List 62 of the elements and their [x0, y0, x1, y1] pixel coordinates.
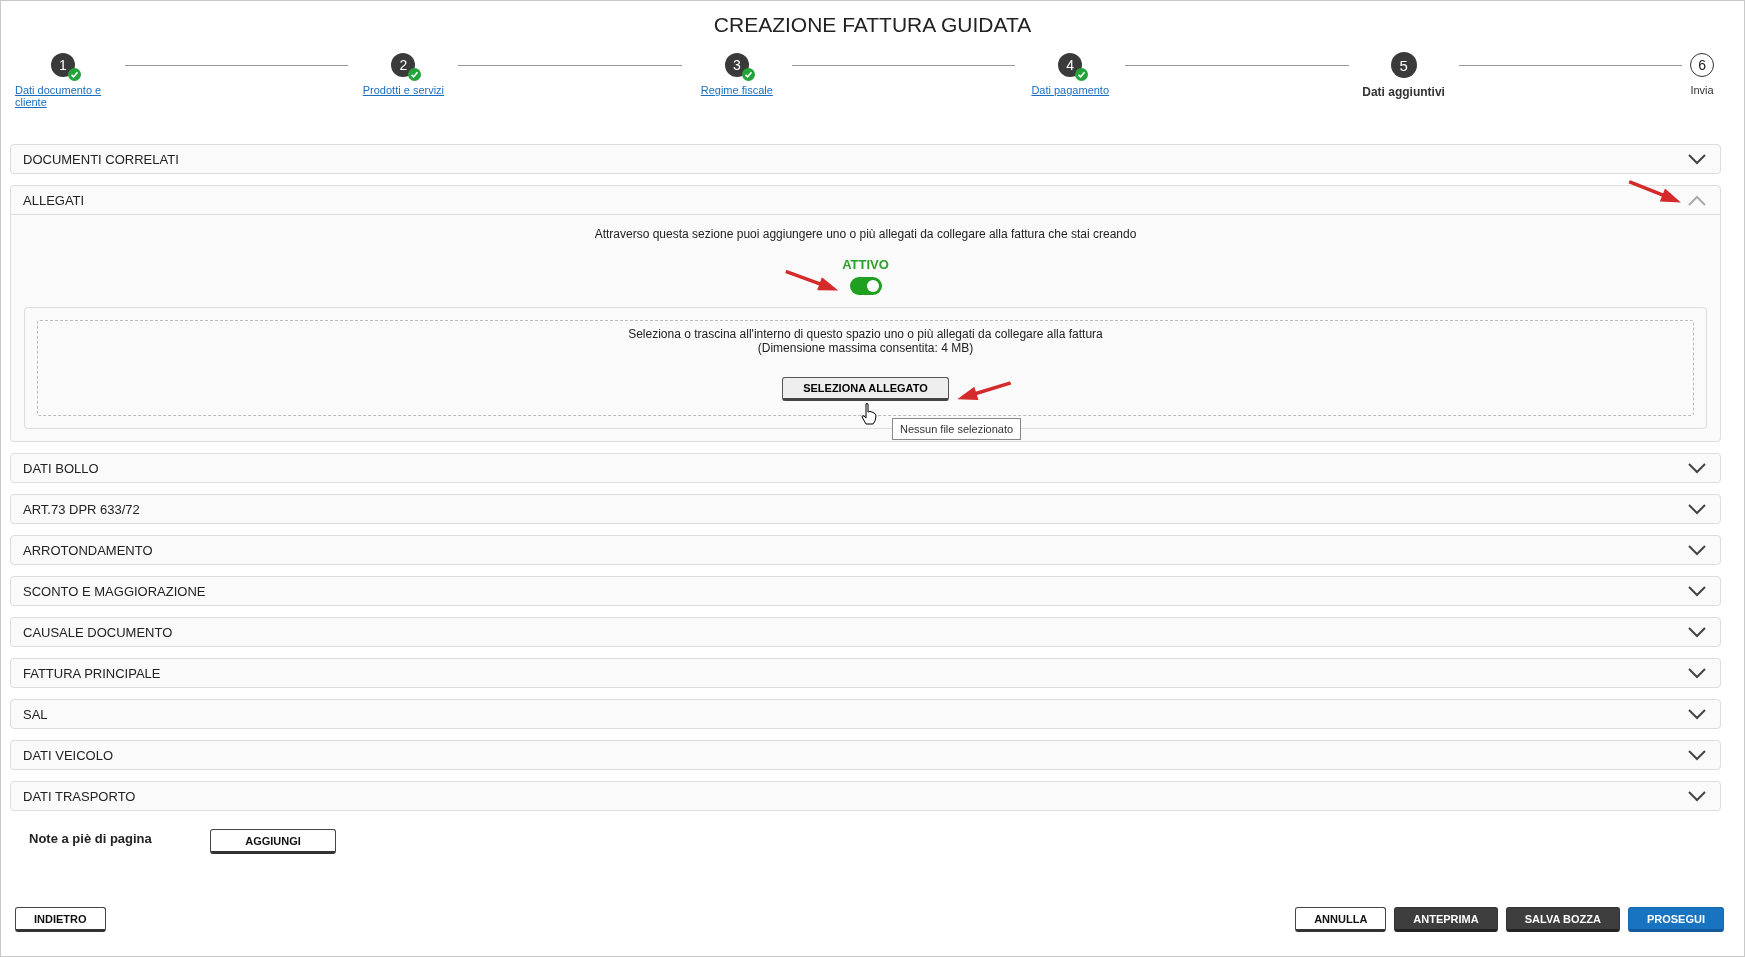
tooltip: Nessun file selezionato	[892, 418, 1022, 440]
step-link[interactable]: Dati pagamento	[1031, 84, 1110, 96]
section-title: DATI TRASPORTO	[23, 788, 136, 804]
section-title: ART.73 DPR 633/72	[23, 501, 140, 517]
accordion-header[interactable]: FATTURA PRINCIPALE	[11, 659, 1720, 687]
dark-button[interactable]: ANTEPRIMA	[1394, 907, 1498, 932]
step-label: Dati aggiuntivi	[1362, 85, 1445, 99]
section-title: ARROTONDAMENTO	[23, 542, 153, 558]
toggle-switch[interactable]	[849, 277, 882, 295]
accordion-header[interactable]: DATI BOLLO	[11, 454, 1720, 482]
section-title: FATTURA PRINCIPALE	[23, 665, 161, 681]
section-description: Attraverso questa sezione puoi aggiungere uno o più allegati da collegare alla fattura che stai creando	[594, 227, 1137, 241]
toggle-label: ATTIVO	[842, 257, 889, 272]
step-number: 5	[1390, 52, 1417, 78]
chevron-down-icon	[1688, 544, 1706, 556]
select-attachment-button[interactable]: SELEZIONA ALLEGATO	[782, 377, 949, 401]
accordion-header[interactable]: DATI VEICOLO	[11, 741, 1720, 769]
footnotes-label: Note a piè di pagina	[29, 831, 153, 846]
chevron-up-icon	[1688, 194, 1706, 206]
check-icon	[68, 68, 81, 81]
chevron-down-icon	[1688, 153, 1706, 165]
hand-cursor-icon	[861, 403, 877, 425]
drop-zone-text: Seleziona o trascina all'interno di questo spazio uno o più allegati da collegare alla fattura	[628, 327, 1103, 341]
section-title: CAUSALE DOCUMENTO	[23, 624, 173, 640]
page-title: CREAZIONE FATTURA GUIDATA	[712, 12, 1033, 38]
chevron-down-icon	[1688, 790, 1706, 802]
chevron-down-icon	[1688, 626, 1706, 638]
chevron-down-icon	[1688, 749, 1706, 761]
check-icon	[1075, 68, 1089, 81]
accordion-header[interactable]: DATI TRASPORTO	[11, 782, 1720, 810]
section-title: SCONTO E MAGGIORAZIONE	[23, 583, 206, 599]
step-link[interactable]: Prodotti e servizi	[362, 84, 445, 96]
outline-button[interactable]: ANNULLA	[1295, 907, 1387, 932]
chevron-down-icon	[1688, 708, 1706, 720]
size-limit-text: (Dimensione massima consentita: 4 MB)	[757, 341, 974, 355]
accordion-header[interactable]: SCONTO E MAGGIORAZIONE	[11, 577, 1720, 605]
chevron-down-icon	[1688, 667, 1706, 679]
drop-zone[interactable]: Seleziona o trascina all'interno di questo spazio uno o più allegati da collegare alla fattura (Dimensione massima consentita: 4 MB) SELEZIONA ALLEGATO	[37, 320, 1694, 416]
accordion-header[interactable]: ALLEGATI	[11, 186, 1720, 214]
check-icon	[741, 68, 755, 81]
accordion-header[interactable]: SAL	[11, 700, 1720, 728]
chevron-down-icon	[1688, 462, 1706, 474]
check-icon	[408, 68, 422, 81]
step-link[interactable]: Regime fiscale	[700, 84, 773, 96]
accordion-header[interactable]: ART.73 DPR 633/72	[11, 495, 1720, 523]
step-label: Invia	[1690, 84, 1714, 96]
primary-button[interactable]: PROSEGUI	[1627, 907, 1724, 932]
section-title: SAL	[23, 706, 48, 722]
step-number: 6	[1690, 53, 1715, 77]
accordion-header[interactable]: CAUSALE DOCUMENTO	[11, 618, 1720, 646]
section-title: DOCUMENTI CORRELATI	[23, 151, 179, 167]
outline-button[interactable]: INDIETRO	[15, 907, 106, 932]
chevron-down-icon	[1688, 585, 1706, 597]
accordion-header[interactable]: DOCUMENTI CORRELATI	[11, 145, 1720, 173]
chevron-down-icon	[1688, 503, 1706, 515]
outline-button[interactable]: AGGIUNGI	[210, 829, 336, 854]
step-link[interactable]: Dati documento e cliente	[15, 84, 115, 108]
section-title: ALLEGATI	[23, 192, 85, 208]
dark-button[interactable]: SALVA BOZZA	[1505, 907, 1620, 932]
section-title: DATI BOLLO	[23, 460, 99, 476]
accordion-header[interactable]: ARROTONDAMENTO	[11, 536, 1720, 564]
section-title: DATI VEICOLO	[23, 747, 114, 763]
